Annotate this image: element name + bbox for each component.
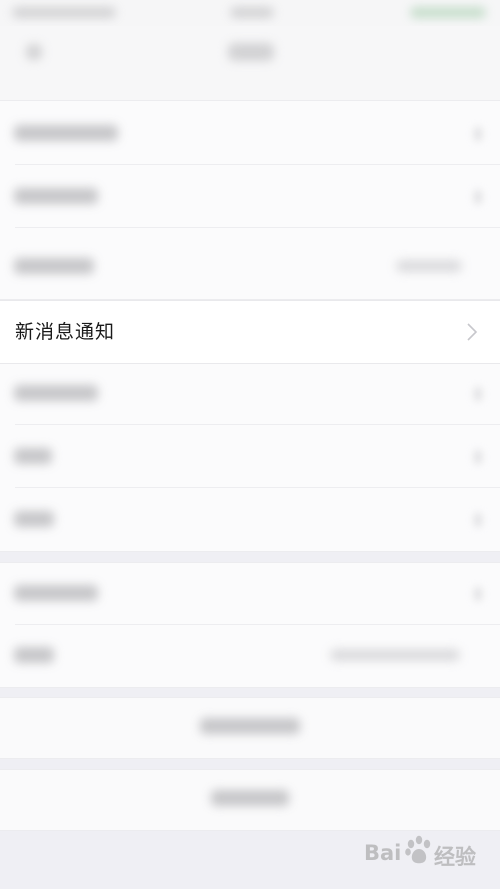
- chevron-right-icon: [474, 587, 482, 601]
- settings-row-value: [330, 649, 460, 661]
- chevron-right-icon: [474, 450, 482, 464]
- settings-row-label: [14, 258, 94, 274]
- divider: [15, 164, 500, 165]
- settings-section-account: [0, 100, 500, 300]
- settings-row-label: [14, 188, 98, 204]
- settings-row-label: [14, 585, 98, 601]
- settings-row[interactable]: [0, 363, 500, 425]
- logout-button[interactable]: [0, 769, 500, 831]
- switch-account-label: [200, 718, 300, 734]
- settings-row[interactable]: [0, 103, 500, 165]
- settings-row[interactable]: [0, 426, 500, 488]
- settings-row-value: [396, 260, 462, 272]
- settings-row[interactable]: [0, 563, 500, 625]
- watermark-brand-prefix: Bai: [364, 841, 402, 865]
- status-bar: [0, 0, 500, 26]
- settings-row[interactable]: [0, 625, 500, 687]
- chevron-right-icon: [474, 190, 482, 204]
- status-carrier-blur: [12, 7, 116, 18]
- nav-title: [228, 43, 274, 61]
- settings-section-general: [0, 362, 500, 552]
- settings-row-label: [14, 125, 118, 141]
- back-button[interactable]: [26, 44, 42, 60]
- nav-bar: [0, 26, 500, 101]
- baidu-jingyan-watermark: Bai 经验: [364, 835, 482, 875]
- status-time-blur: [230, 7, 274, 18]
- settings-row[interactable]: [0, 489, 500, 551]
- chevron-right-icon: [474, 513, 482, 527]
- status-battery-blur: [410, 7, 486, 18]
- logout-label: [211, 790, 289, 806]
- chevron-right-icon: [467, 323, 478, 341]
- settings-row-label: [14, 511, 54, 527]
- chevron-right-icon: [474, 387, 482, 401]
- settings-row-label: [14, 448, 52, 464]
- settings-row-label: [14, 385, 98, 401]
- divider: [15, 487, 500, 488]
- watermark-brand-suffix: 经验: [434, 845, 476, 869]
- divider: [15, 227, 500, 228]
- chevron-right-icon: [474, 127, 482, 141]
- switch-account-button[interactable]: [0, 697, 500, 759]
- new-message-notification-row[interactable]: 新消息通知: [0, 300, 500, 364]
- divider: [15, 424, 500, 425]
- new-message-notification-label: 新消息通知: [15, 321, 116, 343]
- settings-row-label: [14, 647, 54, 663]
- paw-icon: [405, 835, 431, 864]
- settings-row[interactable]: [0, 236, 500, 298]
- settings-row[interactable]: [0, 166, 500, 228]
- settings-section-about: [0, 562, 500, 688]
